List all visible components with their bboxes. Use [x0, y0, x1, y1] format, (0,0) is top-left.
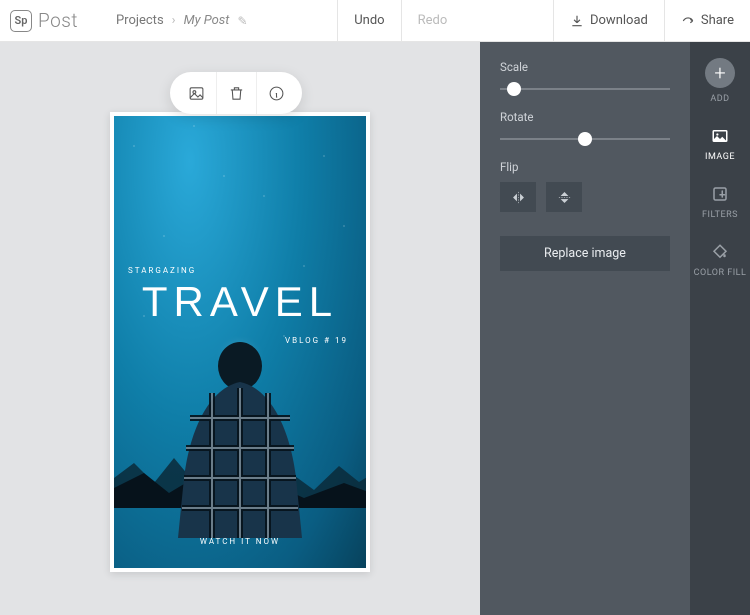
poster-title-text[interactable]: TRAVEL: [114, 278, 366, 326]
breadcrumb-separator: ›: [172, 13, 176, 28]
sidebar-filters-label: FILTERS: [702, 210, 738, 220]
poster-person: [150, 338, 330, 538]
properties-panel: Scale Rotate Flip Replace image: [480, 42, 690, 615]
logo-mark: Sp: [10, 10, 32, 32]
breadcrumb: Projects › My Post ✎: [88, 13, 248, 28]
flip-label: Flip: [500, 160, 670, 174]
image-icon: [188, 85, 205, 102]
edit-name-icon[interactable]: ✎: [237, 14, 247, 28]
top-bar: Sp Post Projects › My Post ✎ Undo Redo D…: [0, 0, 750, 42]
download-icon: [570, 14, 584, 28]
poster-cta-text[interactable]: WATCH IT NOW: [114, 537, 366, 546]
filters-icon: [711, 185, 729, 203]
image-tool-button[interactable]: [176, 72, 216, 114]
download-label: Download: [590, 13, 648, 28]
scale-slider-thumb[interactable]: [507, 82, 521, 96]
info-icon: [268, 85, 285, 102]
scale-slider[interactable]: [500, 82, 670, 96]
poster-super-text[interactable]: STARGAZING: [128, 266, 196, 275]
poster-vblog-text[interactable]: VBLOG # 19: [285, 336, 348, 345]
paint-bucket-icon: [711, 243, 729, 261]
share-icon: [681, 14, 695, 28]
flip-horizontal-icon: [511, 190, 526, 205]
flip-horizontal-button[interactable]: [500, 182, 536, 212]
trash-icon: [228, 85, 245, 102]
rotate-slider[interactable]: [500, 132, 670, 146]
sidebar-item-image[interactable]: IMAGE: [705, 126, 735, 162]
canvas-area[interactable]: STARGAZING TRAVEL VBLOG # 19 WATCH IT NO…: [0, 42, 480, 615]
redo-button[interactable]: Redo: [401, 0, 464, 42]
sidebar-item-add[interactable]: + ADD: [705, 58, 735, 104]
logo[interactable]: Sp Post: [0, 9, 88, 32]
poster-frame[interactable]: STARGAZING TRAVEL VBLOG # 19 WATCH IT NO…: [110, 112, 370, 572]
image-icon: [711, 127, 729, 145]
sidebar-add-label: ADD: [710, 94, 729, 104]
download-button[interactable]: Download: [553, 0, 664, 42]
share-button[interactable]: Share: [664, 0, 750, 42]
canvas-floating-toolbar: [170, 72, 302, 114]
poster[interactable]: STARGAZING TRAVEL VBLOG # 19 WATCH IT NO…: [114, 116, 366, 568]
delete-button[interactable]: [216, 72, 256, 114]
sidebar-item-filters[interactable]: FILTERS: [702, 184, 738, 220]
brand-name: Post: [38, 9, 78, 32]
rotate-slider-thumb[interactable]: [578, 132, 592, 146]
right-sidebar: + ADD IMAGE FILTERS COLOR FILL: [690, 42, 750, 615]
share-label: Share: [701, 13, 734, 28]
info-button[interactable]: [256, 72, 296, 114]
breadcrumb-root[interactable]: Projects: [116, 13, 164, 28]
flip-vertical-icon: [557, 190, 572, 205]
sidebar-image-label: IMAGE: [705, 152, 735, 162]
sidebar-item-colorfill[interactable]: COLOR FILL: [694, 242, 747, 278]
scale-label: Scale: [500, 60, 670, 74]
undo-button[interactable]: Undo: [337, 0, 400, 42]
plus-icon: +: [705, 58, 735, 88]
breadcrumb-current[interactable]: My Post: [184, 13, 230, 28]
rotate-label: Rotate: [500, 110, 670, 124]
replace-image-button[interactable]: Replace image: [500, 236, 670, 271]
sidebar-colorfill-label: COLOR FILL: [694, 268, 747, 278]
flip-vertical-button[interactable]: [546, 182, 582, 212]
